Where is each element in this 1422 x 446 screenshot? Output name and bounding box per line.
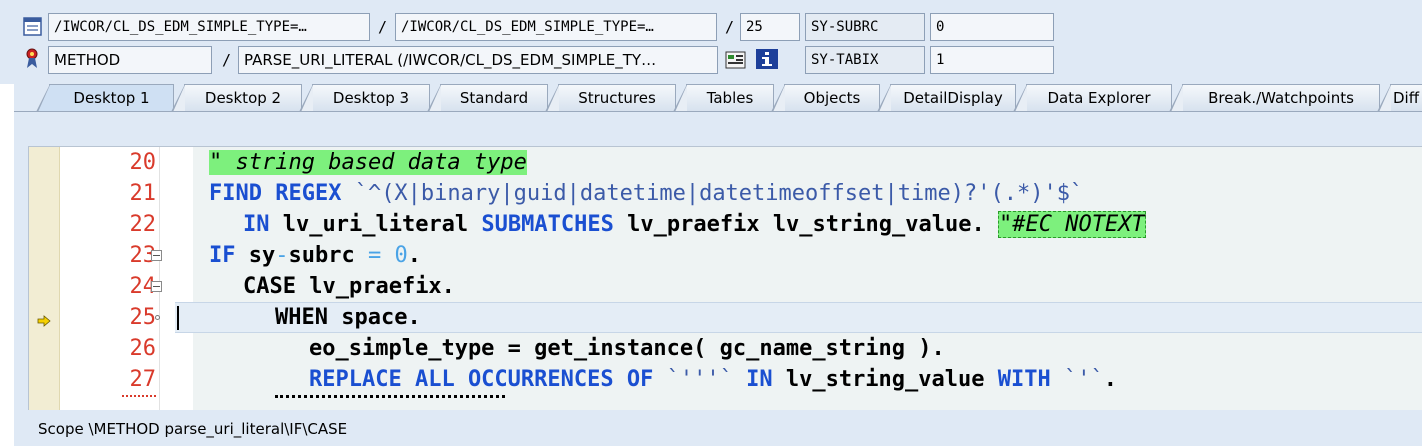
line-number: 27 xyxy=(129,367,157,392)
event-name-field[interactable]: PARSE_URI_LITERAL (/IWCOR/CL_DS_EDM_SIMP… xyxy=(238,46,718,74)
current-code-line: 25 WHEN space. xyxy=(29,302,1422,333)
tab-desktop-2[interactable]: Desktop 2 xyxy=(171,84,302,112)
code-line: 22 IN lv_uri_literal SUBMATCHES lv_praef… xyxy=(29,209,1422,240)
sysvar-subrc-value[interactable]: 0 xyxy=(930,13,1054,41)
info-icon[interactable] xyxy=(755,48,779,70)
method-icon xyxy=(22,47,44,71)
scope-status-bar: Scope \METHOD parse_uri_literal\IF\CASE xyxy=(14,412,1422,446)
line-number: 23 xyxy=(129,243,157,268)
collapse-icon[interactable] xyxy=(151,250,162,261)
separator: / xyxy=(222,51,232,69)
clipped-code-text xyxy=(275,395,505,399)
code-line: 20 " string based data type xyxy=(29,147,1422,178)
code-text: IN lv_uri_literal SUBMATCHES lv_praefix … xyxy=(243,211,1146,238)
sysvar-subrc-name: SY-SUBRC xyxy=(805,13,925,41)
tab-data-explorer[interactable]: Data Explorer xyxy=(1013,84,1172,112)
line-number: 24 xyxy=(129,274,157,299)
tab-label: DetailDisplay xyxy=(903,89,1003,107)
tab-structures[interactable]: Structures xyxy=(545,84,676,112)
line-number: 21 xyxy=(129,181,157,206)
tab-label: Desktop 2 xyxy=(204,89,282,107)
separator: / xyxy=(725,18,735,36)
code-text: WHEN space. xyxy=(275,305,421,330)
text-cursor xyxy=(177,306,179,330)
tab-diff[interactable]: Diff xyxy=(1377,84,1422,112)
code-text: FIND REGEX `^(X|binary|guid|datetime|dat… xyxy=(209,181,1084,206)
display-object-icon[interactable] xyxy=(725,50,747,70)
execution-arrow-icon xyxy=(37,312,51,327)
tab-tables[interactable]: Tables xyxy=(673,84,774,112)
code-text: REPLACE ALL OCCURRENCES OF `'''` IN lv_s… xyxy=(309,367,1117,392)
sysvar-tabix-value[interactable]: 1 xyxy=(930,46,1054,74)
code-line-partial xyxy=(29,395,1422,410)
tab-label: Desktop 3 xyxy=(332,89,410,107)
tab-label: Diff xyxy=(1393,89,1420,107)
tab-label: Data Explorer xyxy=(1047,89,1151,107)
program-icon[interactable] xyxy=(22,16,44,38)
tab-label: Structures xyxy=(578,89,656,107)
tab-standard[interactable]: Standard xyxy=(427,84,548,112)
tab-detaildisplay[interactable]: DetailDisplay xyxy=(877,84,1016,112)
tab-desktop-3[interactable]: Desktop 3 xyxy=(299,84,430,112)
include-field[interactable]: /IWCOR/CL_DS_EDM_SIMPLE_TYPE=… xyxy=(395,13,717,41)
desktop-toolbar-area xyxy=(14,112,1422,146)
tab-label: Break./Watchpoints xyxy=(1208,89,1354,107)
separator: / xyxy=(378,18,388,36)
code-text: eo_simple_type = get_instance( gc_name_s… xyxy=(309,336,945,361)
code-line: 24 CASE lv_praefix. xyxy=(29,271,1422,302)
line-number: 22 xyxy=(129,212,157,237)
line-number: 26 xyxy=(129,336,157,361)
fold-node-icon xyxy=(155,315,160,320)
line-number: 25 xyxy=(129,305,157,330)
left-border xyxy=(0,84,14,446)
code-text: CASE lv_praefix. xyxy=(243,274,455,299)
code-text: " string based data type xyxy=(209,150,527,175)
code-line: 21 FIND REGEX `^(X|binary|guid|datetime|… xyxy=(29,178,1422,209)
code-line: 26 eo_simple_type = get_instance( gc_nam… xyxy=(29,333,1422,364)
tab-label: Objects xyxy=(803,89,861,107)
line-number-field[interactable]: 25 xyxy=(740,13,800,41)
code-line: 27 REPLACE ALL OCCURRENCES OF `'''` IN l… xyxy=(29,364,1422,395)
code-line: 23 IF sy-subrc = 0. xyxy=(29,240,1422,271)
event-type-field[interactable]: METHOD xyxy=(48,46,212,74)
tab-objects[interactable]: Objects xyxy=(771,84,880,112)
tab-label: Standard xyxy=(459,89,529,107)
source-code-editor[interactable]: 20 " string based data type 21 FIND REGE… xyxy=(28,146,1422,410)
tab-label: Desktop 1 xyxy=(73,89,150,107)
collapse-icon[interactable] xyxy=(151,281,162,292)
tab-label: Tables xyxy=(706,89,754,107)
line-number: 20 xyxy=(129,150,157,175)
clipped-line-number xyxy=(122,395,156,399)
scope-text: Scope \METHOD parse_uri_literal\IF\CASE xyxy=(38,420,348,438)
tab-breakpoints-watchpoints[interactable]: Break./Watchpoints xyxy=(1169,84,1380,112)
sysvar-tabix-name: SY-TABIX xyxy=(805,46,925,74)
code-text: IF sy-subrc = 0. xyxy=(209,243,421,268)
main-program-field[interactable]: /IWCOR/CL_DS_EDM_SIMPLE_TYPE=… xyxy=(48,13,370,41)
desktop-tabstrip: Desktop 1 Desktop 2 Desktop 3 Standard S… xyxy=(14,84,1422,112)
tab-desktop-1[interactable]: Desktop 1 xyxy=(36,84,174,112)
